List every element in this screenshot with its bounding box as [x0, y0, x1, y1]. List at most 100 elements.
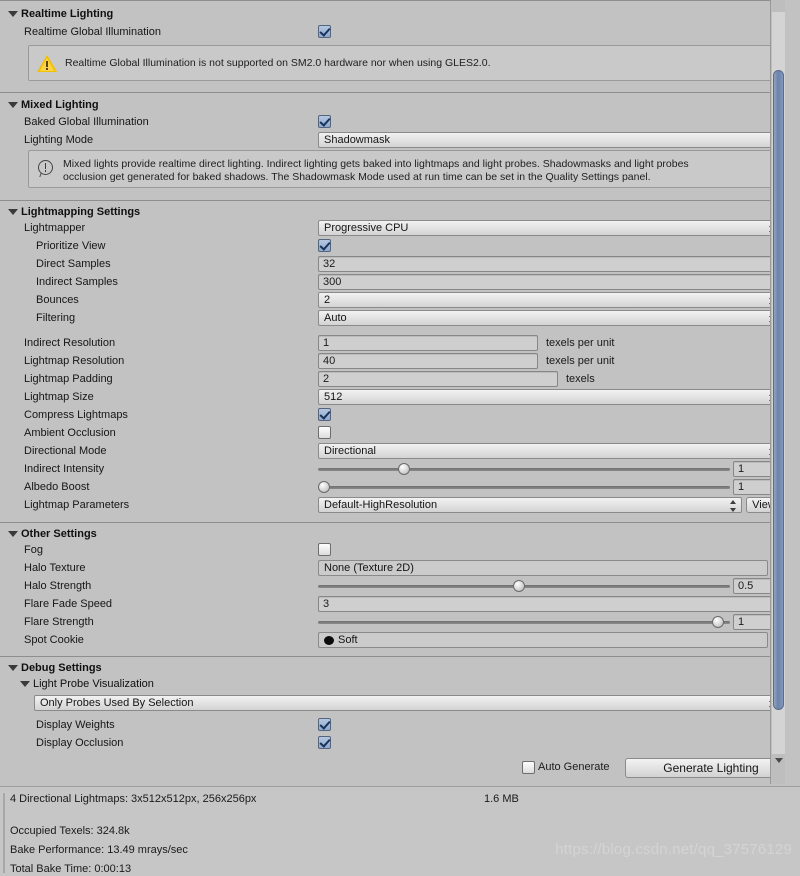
row-lightmap-size: Lightmap Size 512: [0, 388, 781, 406]
row-flare-strength: Flare Strength 1: [0, 613, 781, 631]
lightmap-parameters-label: Lightmap Parameters: [24, 499, 130, 511]
stats-lightmaps-line: 4 Directional Lightmaps: 3x512x512px, 25…: [10, 793, 257, 805]
filtering-dropdown[interactable]: Auto: [318, 310, 781, 326]
subsection-header-light-probe-visualization[interactable]: Light Probe Visualization: [12, 676, 770, 691]
halo-texture-object-field[interactable]: None (Texture 2D): [318, 560, 768, 576]
directional-mode-dropdown[interactable]: Directional: [318, 443, 781, 459]
row-lighting-mode: Lighting Mode Shadowmask: [0, 131, 781, 149]
info-icon: [37, 159, 55, 177]
display-weights-label: Display Weights: [36, 719, 115, 731]
texture-thumbnail-icon: [324, 635, 334, 645]
row-bounces: Bounces 2: [0, 291, 781, 309]
slider-knob: [712, 616, 725, 628]
flare-strength-slider[interactable]: [318, 614, 730, 630]
watermark: https://blog.csdn.net/qq_37576129: [555, 841, 792, 858]
section-header-debug-settings[interactable]: Debug Settings: [0, 660, 770, 675]
light-probe-visualization-dropdown[interactable]: Only Probes Used By Selection: [34, 695, 781, 711]
lightmapper-dropdown[interactable]: Progressive CPU: [318, 220, 781, 236]
direct-samples-label: Direct Samples: [36, 258, 111, 270]
lightmap-resolution-input[interactable]: 40: [318, 353, 538, 369]
compress-lightmaps-label: Compress Lightmaps: [24, 409, 128, 421]
lighting-mode-dropdown[interactable]: Shadowmask: [318, 132, 781, 148]
scroll-down-arrow-icon[interactable]: [771, 754, 785, 766]
lightmap-parameters-dropdown[interactable]: Default-HighResolution: [318, 497, 742, 513]
filtering-label: Filtering: [36, 312, 76, 324]
divider: [0, 656, 770, 657]
lightmap-size-dropdown[interactable]: 512: [318, 389, 781, 405]
section-title: Debug Settings: [21, 661, 102, 674]
indirect-samples-input[interactable]: 300: [318, 274, 781, 290]
generate-lighting-button[interactable]: Generate Lighting: [625, 758, 785, 778]
lightmap-padding-input[interactable]: 2: [318, 371, 558, 387]
directional-mode-value: Directional: [324, 445, 376, 457]
row-direct-samples: Direct Samples 32: [0, 255, 781, 273]
slider-knob: [397, 463, 410, 475]
section-header-mixed-lighting[interactable]: Mixed Lighting: [0, 97, 770, 112]
section-title: Mixed Lighting: [21, 98, 99, 111]
fog-label: Fog: [24, 544, 43, 556]
row-fog: Fog: [0, 541, 770, 559]
section-header-lightmapping-settings[interactable]: Lightmapping Settings: [0, 204, 770, 219]
subsection-title: Light Probe Visualization: [33, 677, 154, 690]
lightmap-size-label: Lightmap Size: [24, 391, 94, 403]
section-title: Realtime Lighting: [21, 7, 114, 20]
section-title: Lightmapping Settings: [21, 205, 141, 218]
flare-fade-speed-input[interactable]: 3: [318, 596, 781, 612]
lightmap-size-value: 512: [324, 391, 343, 403]
lightmapper-value: Progressive CPU: [324, 222, 409, 234]
row-filtering: Filtering Auto: [0, 309, 781, 327]
divider: [0, 522, 770, 523]
baked-gi-checkbox[interactable]: [318, 115, 331, 128]
realtime-gi-warning-box: Realtime Global Illumination is not supp…: [28, 45, 783, 81]
albedo-boost-slider[interactable]: [318, 479, 730, 495]
fog-checkbox[interactable]: [318, 543, 331, 556]
slider-knob: [513, 580, 526, 592]
halo-texture-value: None (Texture 2D): [324, 562, 414, 574]
stats-occupied-texels: Occupied Texels: 324.8k: [10, 825, 130, 837]
lightmap-resolution-label: Lightmap Resolution: [24, 355, 125, 367]
baked-gi-label: Baked Global Illumination: [24, 116, 149, 128]
row-indirect-intensity: Indirect Intensity 1: [0, 460, 781, 478]
lighting-mode-label: Lighting Mode: [24, 134, 94, 146]
compress-lightmaps-checkbox[interactable]: [318, 408, 331, 421]
row-flare-fade-speed: Flare Fade Speed 3: [0, 595, 781, 613]
bounces-dropdown[interactable]: 2: [318, 292, 781, 308]
warning-text: Realtime Global Illumination is not supp…: [65, 56, 491, 69]
row-lightmap-resolution: Lightmap Resolution 40 texels per unit: [0, 352, 770, 370]
halo-texture-label: Halo Texture: [24, 562, 86, 574]
info-text: Mixed lights provide realtime direct lig…: [63, 158, 689, 183]
vertical-scrollbar[interactable]: [770, 0, 785, 784]
halo-strength-slider[interactable]: [318, 578, 730, 594]
spot-cookie-value: Soft: [338, 634, 358, 646]
divider: [0, 92, 770, 93]
lightmap-padding-label: Lightmap Padding: [24, 373, 113, 385]
display-occlusion-label: Display Occlusion: [36, 737, 124, 749]
prioritize-view-checkbox[interactable]: [318, 239, 331, 252]
indirect-resolution-input[interactable]: 1: [318, 335, 538, 351]
ambient-occlusion-checkbox[interactable]: [318, 426, 331, 439]
row-baked-gi: Baked Global Illumination: [0, 113, 770, 131]
filtering-value: Auto: [324, 312, 347, 324]
display-occlusion-checkbox[interactable]: [318, 736, 331, 749]
direct-samples-input[interactable]: 32: [318, 256, 781, 272]
row-display-occlusion: Display Occlusion: [0, 734, 770, 752]
updown-arrows-icon: [730, 500, 737, 512]
chevron-down-icon: [20, 680, 30, 687]
generate-lighting-label: Generate Lighting: [663, 761, 759, 775]
indirect-resolution-label: Indirect Resolution: [24, 337, 116, 349]
auto-generate-checkbox[interactable]: [522, 761, 535, 774]
row-spot-cookie: Spot Cookie Soft: [0, 631, 782, 649]
chevron-down-icon: [8, 530, 18, 537]
indirect-intensity-slider[interactable]: [318, 461, 730, 477]
display-weights-checkbox[interactable]: [318, 718, 331, 731]
row-realtime-gi: Realtime Global Illumination: [0, 23, 770, 41]
section-title: Other Settings: [21, 527, 97, 540]
indirect-intensity-label: Indirect Intensity: [24, 463, 105, 475]
spot-cookie-object-field[interactable]: Soft: [318, 632, 768, 648]
section-header-realtime-lighting[interactable]: Realtime Lighting: [0, 6, 770, 21]
scrollbar-thumb[interactable]: [773, 70, 784, 710]
realtime-gi-checkbox[interactable]: [318, 25, 331, 38]
chevron-down-icon: [8, 10, 18, 17]
divider: [0, 200, 770, 201]
section-header-other-settings[interactable]: Other Settings: [0, 526, 770, 541]
